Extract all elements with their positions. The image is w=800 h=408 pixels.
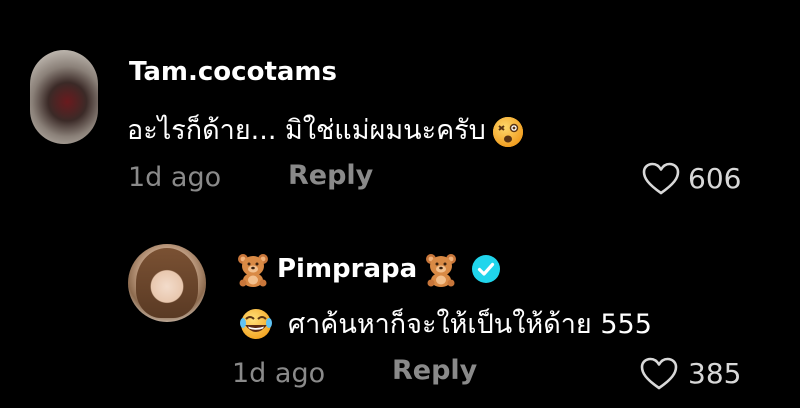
laughing-emoji-icon	[240, 308, 272, 339]
avatar[interactable]	[128, 244, 206, 322]
comment-text-content: อะไรก็ด้าย... มิใช่แม่ผมนะครับ	[127, 115, 486, 146]
comment-timestamp: 1d ago	[232, 358, 326, 389]
comment-username[interactable]: Pimprapa	[275, 254, 419, 284]
reply-button[interactable]: Reply	[392, 355, 477, 386]
comment-username[interactable]: Tam.cocotams	[129, 57, 337, 87]
comment-text: อะไรก็ด้าย... มิใช่แม่ผมนะครับ	[127, 108, 526, 151]
avatar-portrait	[136, 248, 198, 318]
comment-text: ศาค้นหาก็จะให้เป็นให้ด้าย 555	[238, 302, 652, 345]
verified-badge-icon	[472, 255, 501, 283]
teddy-bear-icon	[423, 251, 459, 287]
avatar[interactable]	[30, 50, 98, 144]
reply-button[interactable]: Reply	[288, 160, 373, 191]
like-heart-icon[interactable]	[640, 357, 678, 391]
comment-text-content: ศาค้นหาก็จะให้เป็นให้ด้าย 555	[288, 309, 652, 340]
comment-timestamp: 1d ago	[128, 162, 222, 193]
username-row: Pimprapa	[235, 251, 501, 287]
like-heart-icon[interactable]	[642, 162, 680, 196]
teddy-bear-icon	[235, 251, 271, 287]
like-count: 606	[688, 162, 742, 195]
dizzy-face-emoji-icon	[492, 116, 523, 147]
like-count: 385	[688, 357, 742, 390]
